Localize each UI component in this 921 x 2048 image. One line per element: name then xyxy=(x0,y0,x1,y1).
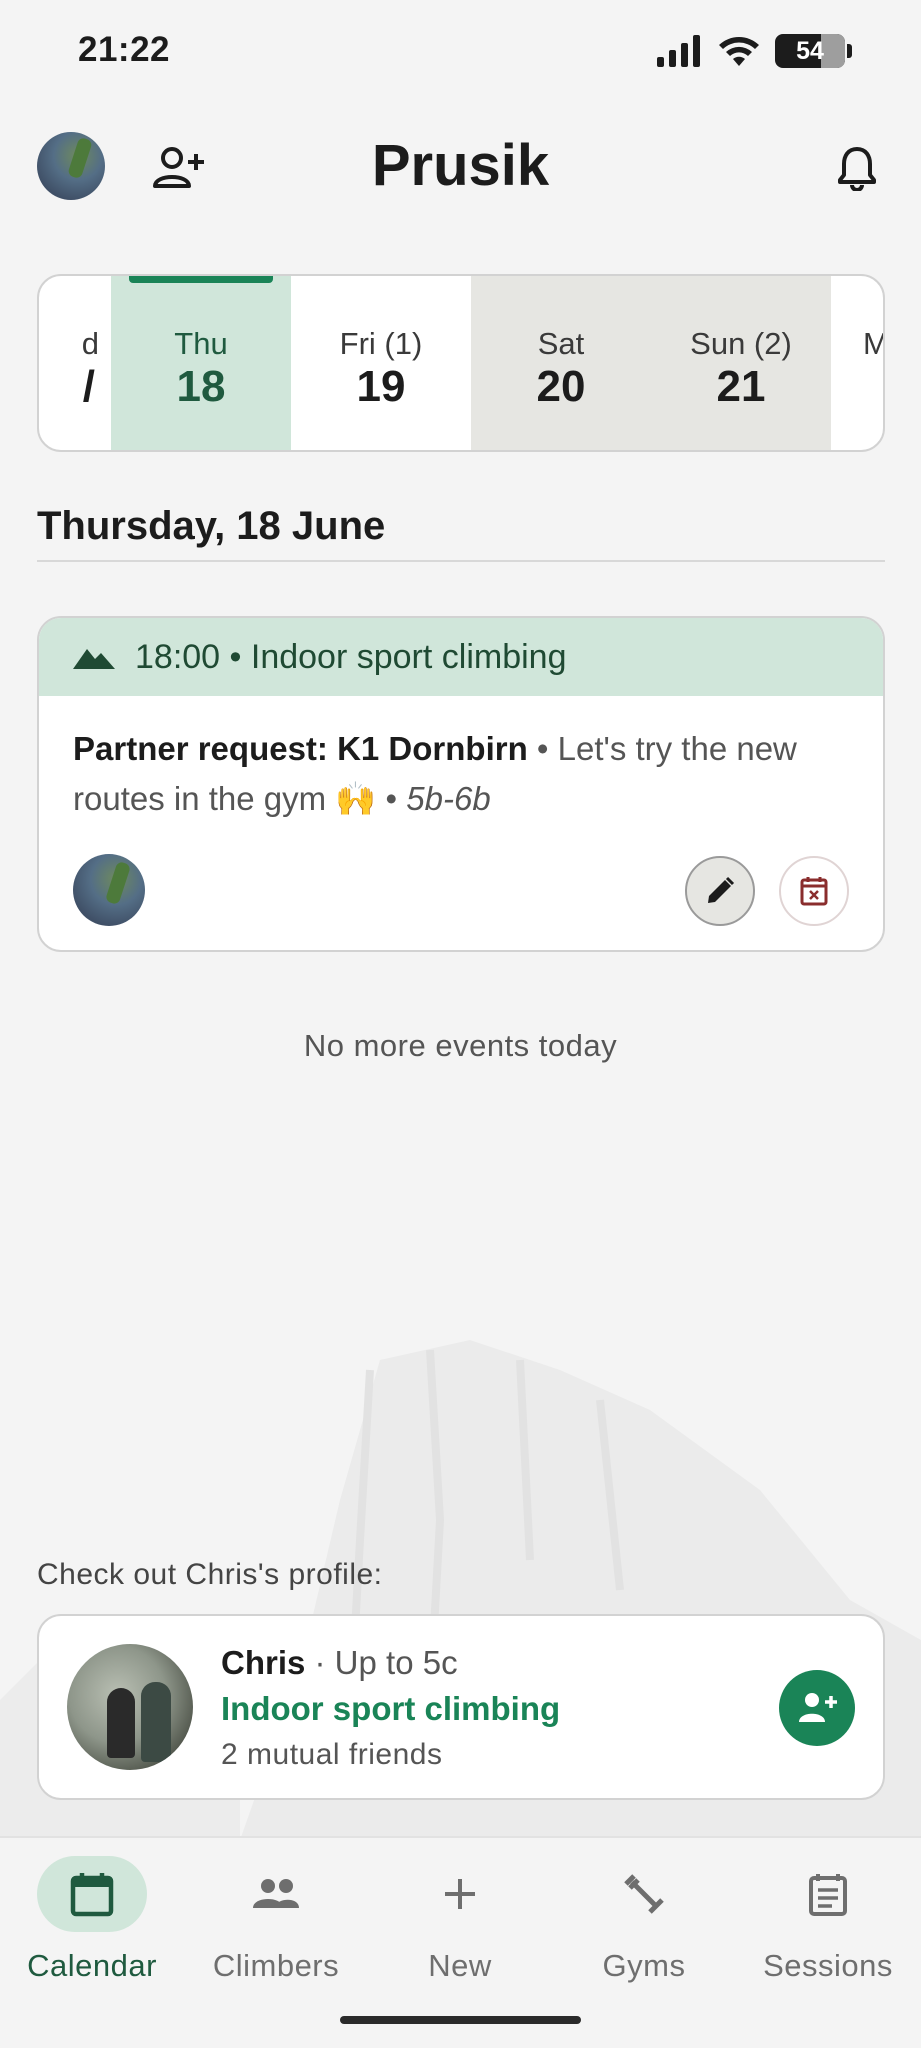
selected-indicator xyxy=(129,276,273,283)
event-grade: 5b-6b xyxy=(406,780,491,817)
divider xyxy=(37,560,885,562)
battery-level: 54 xyxy=(796,36,824,65)
suggested-user-line: Chris · Up to 5c xyxy=(221,1644,458,1682)
nav-calendar[interactable]: Calendar xyxy=(0,1838,184,2008)
status-icons: 54 xyxy=(657,34,852,68)
separator: • xyxy=(376,780,407,817)
dumbbell-icon xyxy=(624,1874,664,1914)
day-name: Thu xyxy=(174,326,228,361)
nav-gyms[interactable]: Gyms xyxy=(552,1838,736,2008)
calendar-cancel-icon xyxy=(800,877,828,906)
wifi-icon xyxy=(719,37,759,66)
day-number: / xyxy=(82,362,95,411)
day-number: 19 xyxy=(356,362,406,411)
nav-icon-container xyxy=(405,1856,515,1932)
day-item-sat[interactable]: Sat 20 xyxy=(471,276,651,450)
day-name: M xyxy=(831,326,883,362)
date-heading: Thursday, 18 June xyxy=(37,504,386,548)
day-name: d xyxy=(81,326,99,361)
day-name: Fri (1) xyxy=(339,326,423,361)
suggested-user-activity: Indoor sport climbing xyxy=(221,1690,561,1727)
nav-icon-container xyxy=(589,1856,699,1932)
signal-icon xyxy=(657,35,700,67)
suggested-user-grade: · Up to 5c xyxy=(305,1644,458,1681)
list-icon xyxy=(809,1874,847,1916)
event-time-activity: 18:00 • Indoor sport climbing xyxy=(135,637,567,676)
notifications-button[interactable] xyxy=(827,138,887,198)
separator: • xyxy=(527,730,558,767)
app-title: Prusik xyxy=(371,133,550,198)
nav-sessions[interactable]: Sessions xyxy=(736,1838,920,2008)
day-number: 21 xyxy=(716,362,766,411)
day-name: Sun (2) xyxy=(690,326,792,361)
day-item-sun[interactable]: Sun (2) 21 xyxy=(651,276,831,450)
nav-icon-container xyxy=(221,1856,331,1932)
person-add-icon xyxy=(799,1693,837,1722)
cancel-event-button[interactable] xyxy=(779,856,849,926)
day-number: 20 xyxy=(536,362,586,411)
profile-suggestion-label: Check out Chris's profile: xyxy=(37,1558,383,1591)
day-name: Sat xyxy=(537,326,585,361)
people-icon xyxy=(253,1879,299,1908)
status-time: 21:22 xyxy=(78,30,171,69)
nav-label: Sessions xyxy=(763,1948,893,1983)
profile-suggestion-card[interactable]: Chris · Up to 5c Indoor sport climbing 2… xyxy=(37,1614,885,1800)
day-strip[interactable]: d / Thu 18 Fri (1) 19 Sat 20 Sun (2) 21 … xyxy=(37,274,885,452)
status-bar: 21:22 54 xyxy=(0,0,921,110)
bell-icon xyxy=(838,147,876,191)
nav-icon-container xyxy=(37,1856,147,1932)
event-description: Partner request: K1 Dornbirn • Let's try… xyxy=(73,724,849,824)
edit-event-button[interactable] xyxy=(685,856,755,926)
nav-label: Gyms xyxy=(602,1948,686,1983)
pencil-icon xyxy=(708,876,735,903)
day-item-wed[interactable]: d / xyxy=(39,276,109,450)
nav-label: Climbers xyxy=(212,1948,340,1983)
day-item-fri[interactable]: Fri (1) 19 xyxy=(291,276,471,450)
suggested-user-name: Chris xyxy=(221,1644,306,1681)
suggested-user-avatar[interactable] xyxy=(67,1644,193,1770)
home-indicator[interactable] xyxy=(340,2016,581,2024)
battery-icon: 54 xyxy=(775,34,852,68)
nav-label: Calendar xyxy=(27,1948,157,1983)
plus-icon xyxy=(445,1879,475,1909)
day-item-mon[interactable]: M xyxy=(831,276,883,450)
day-number: 18 xyxy=(176,362,226,411)
nav-climbers[interactable]: Climbers xyxy=(184,1838,368,2008)
add-friend-chris-button[interactable] xyxy=(779,1670,855,1746)
no-more-events-text: No more events today xyxy=(303,1028,618,1063)
mutual-friends-count: 2 mutual friends xyxy=(221,1738,443,1771)
day-item-thu[interactable]: Thu 18 xyxy=(111,276,291,450)
mountain-icon xyxy=(73,649,115,669)
calendar-icon xyxy=(70,1873,114,1917)
event-title: Partner request: K1 Dornbirn xyxy=(73,730,528,767)
nav-label: New xyxy=(428,1948,492,1983)
event-card[interactable]: 18:00 • Indoor sport climbing Partner re… xyxy=(37,616,885,952)
nav-new[interactable]: New xyxy=(368,1838,552,2008)
event-header: 18:00 • Indoor sport climbing xyxy=(39,618,883,696)
app-header: Prusik xyxy=(0,120,921,220)
participant-avatar[interactable] xyxy=(73,854,145,926)
nav-icon-container xyxy=(773,1856,883,1932)
